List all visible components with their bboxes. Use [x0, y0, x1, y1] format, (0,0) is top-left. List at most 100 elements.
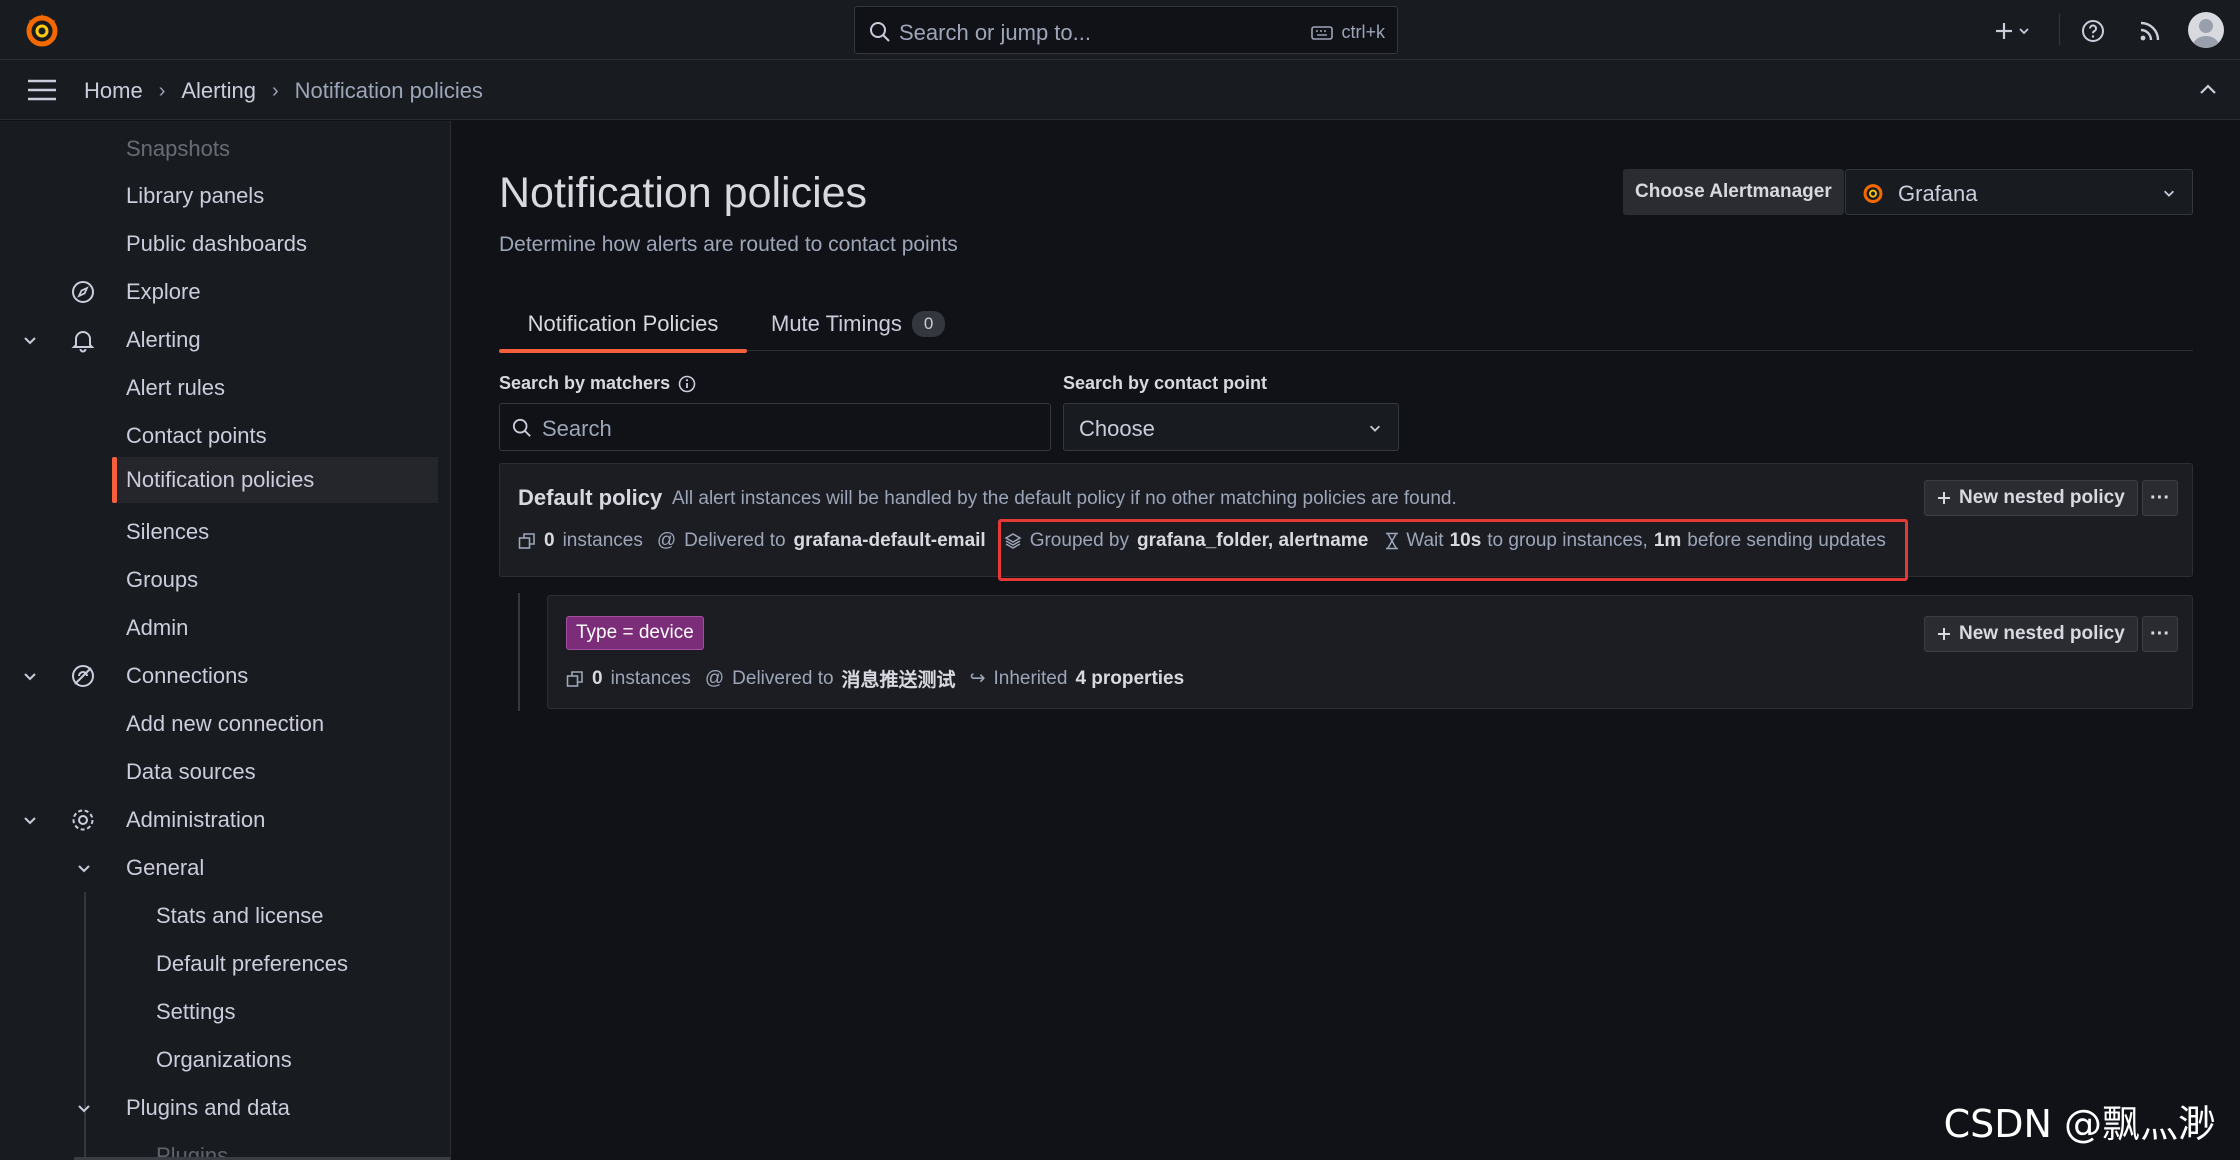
inherited-properties[interactable]: ↪ Inherited 4 properties — [970, 667, 1185, 690]
annotation-highlight-box — [998, 519, 1908, 581]
nested-policy-meta: 0 instances @ Delivered to 消息推送测试 ↪ Inhe… — [566, 665, 1184, 692]
policy-tree-line — [518, 593, 520, 711]
sidebar-item-admin[interactable]: Admin — [0, 605, 440, 651]
sidebar-item-plugins[interactable]: Plugins — [0, 1133, 440, 1160]
chevron-down-icon — [2164, 190, 2174, 197]
sidebar-item-notification-policies[interactable]: Notification policies — [112, 457, 438, 503]
chevron-up-icon[interactable] — [2198, 80, 2218, 100]
sidebar-item-public-dashboards[interactable]: Public dashboards — [0, 221, 440, 267]
breadcrumb-home[interactable]: Home — [84, 78, 143, 104]
sidebar-item-alerting[interactable]: Alerting — [0, 317, 440, 363]
chevron-down-icon[interactable] — [22, 668, 38, 684]
instances-count[interactable]: 0 instances — [518, 530, 643, 552]
plus-icon — [1938, 628, 1950, 640]
tab-notification-policies[interactable]: Notification Policies — [499, 297, 747, 353]
sidebar-item-library-panels[interactable]: Library panels — [0, 173, 440, 219]
chevron-down-icon[interactable] — [22, 812, 38, 828]
sidebar-item-stats-and-license[interactable]: Stats and license — [0, 893, 440, 939]
search-input[interactable]: Search or jump to... ctrl+k — [854, 6, 1398, 54]
sidebar-item-silences[interactable]: Silences — [0, 509, 440, 555]
main-content: Notification policies Determine how aler… — [452, 121, 2240, 1160]
alertmanager-select[interactable]: Grafana — [1845, 169, 2193, 215]
tab-mute-timings[interactable]: Mute Timings 0 — [771, 297, 946, 351]
breadcrumb-alerting[interactable]: Alerting — [181, 78, 256, 104]
chevron-down-icon — [1370, 425, 1380, 432]
gear-icon — [72, 809, 94, 831]
compass-icon — [72, 281, 94, 303]
sidebar-item-connections[interactable]: Connections — [0, 653, 440, 699]
layers-copy-icon — [566, 670, 583, 687]
layers-copy-icon — [518, 533, 535, 549]
delivered-to: @ Delivered to grafana-default-email — [656, 530, 986, 552]
grafana-logo-icon[interactable] — [24, 12, 60, 48]
info-icon[interactable] — [678, 375, 696, 393]
user-icon — [2192, 19, 2220, 48]
sidebar-item-groups[interactable]: Groups — [0, 557, 440, 603]
news-button[interactable] — [2133, 14, 2167, 48]
more-options-button[interactable]: ··· — [2142, 480, 2178, 516]
contact-point-link[interactable]: grafana-default-email — [794, 530, 986, 552]
help-icon — [2082, 20, 2104, 42]
sidebar-item-contact-points[interactable]: Contact points — [0, 413, 440, 459]
watermark: CSDN @飘灬渺 — [1943, 1102, 2216, 1146]
mute-timings-count-badge: 0 — [911, 311, 946, 337]
sidebar-item-alert-rules[interactable]: Alert rules — [0, 365, 440, 411]
default-policy-title: Default policy — [518, 485, 663, 510]
connections-icon — [72, 665, 94, 687]
bell-icon — [71, 331, 95, 353]
menu-icon[interactable] — [26, 77, 58, 103]
sidebar-item-data-sources[interactable]: Data sources — [0, 749, 440, 795]
sidebar-item-general[interactable]: General — [0, 845, 440, 891]
add-new-button[interactable] — [1990, 14, 2038, 48]
tabs-bar: Notification Policies Mute Timings 0 — [499, 297, 2193, 353]
breadcrumb-current: Notification policies — [294, 78, 483, 103]
new-nested-policy-button[interactable]: New nested policy — [1924, 480, 2138, 516]
sidebar-item-default-preferences[interactable]: Default preferences — [0, 941, 440, 987]
contact-point-label: Search by contact point — [1063, 373, 1268, 393]
sidebar-item-add-new-connection[interactable]: Add new connection — [0, 701, 440, 747]
page-title: Notification policies — [499, 169, 868, 217]
search-icon — [870, 22, 890, 42]
at-icon: @ — [656, 530, 677, 551]
breadcrumb: Home › Alerting › Notification policies — [84, 78, 483, 104]
nested-policy-card: Type = device New nested policy ··· 0 in… — [547, 595, 2193, 709]
matchers-label: Search by matchers — [499, 373, 696, 394]
sidebar-item-settings[interactable]: Settings — [0, 989, 440, 1035]
topbar-divider — [2059, 14, 2060, 46]
page-subtitle: Determine how alerts are routed to conta… — [499, 233, 958, 256]
instances-count[interactable]: 0 instances — [566, 668, 691, 690]
chevron-right-icon: › — [271, 79, 279, 102]
help-button[interactable] — [2076, 14, 2110, 48]
search-icon — [512, 418, 531, 437]
plus-icon — [1996, 23, 2029, 39]
more-options-button[interactable]: ··· — [2142, 616, 2178, 652]
corner-arrow-icon: ↪ — [969, 668, 986, 689]
chevron-down-icon[interactable] — [22, 332, 38, 348]
keyboard-icon — [1311, 25, 1334, 40]
user-avatar[interactable] — [2188, 12, 2224, 48]
chevron-right-icon: › — [158, 79, 166, 102]
chevron-down-icon[interactable] — [76, 1100, 92, 1116]
rss-icon — [2140, 21, 2160, 41]
alertmanager-label: Choose Alertmanager — [1623, 169, 1844, 215]
matcher-tag: Type = device — [566, 616, 704, 650]
sidebar-item-administration[interactable]: Administration — [0, 797, 440, 843]
top-bar: Search or jump to... ctrl+k — [0, 0, 2240, 60]
contact-point-link[interactable]: 消息推送测试 — [842, 665, 956, 692]
sidebar-item-organizations[interactable]: Organizations — [0, 1037, 440, 1083]
new-nested-policy-button[interactable]: New nested policy — [1924, 616, 2138, 652]
search-shortcut: ctrl+k — [1311, 22, 1385, 43]
delivered-to: @ Delivered to 消息推送测试 — [705, 665, 956, 692]
chevron-down-icon[interactable] — [76, 860, 92, 876]
sidebar-item-plugins-and-data[interactable]: Plugins and data — [0, 1085, 440, 1131]
plus-icon — [1938, 492, 1950, 504]
search-placeholder: Search or jump to... — [899, 20, 1091, 45]
sidebar-nav: Snapshots Library panels Public dashboar… — [0, 121, 451, 1160]
sidebar-item-snapshots[interactable]: Snapshots — [0, 126, 440, 172]
at-icon: @ — [704, 667, 725, 689]
contact-point-select[interactable]: Choose — [1063, 403, 1399, 451]
default-policy-description: All alert instances will be handled by t… — [672, 488, 1457, 509]
breadcrumb-bar: Home › Alerting › Notification policies — [0, 60, 2240, 120]
matchers-search-input[interactable]: Search — [499, 403, 1051, 451]
sidebar-item-explore[interactable]: Explore — [0, 269, 440, 315]
